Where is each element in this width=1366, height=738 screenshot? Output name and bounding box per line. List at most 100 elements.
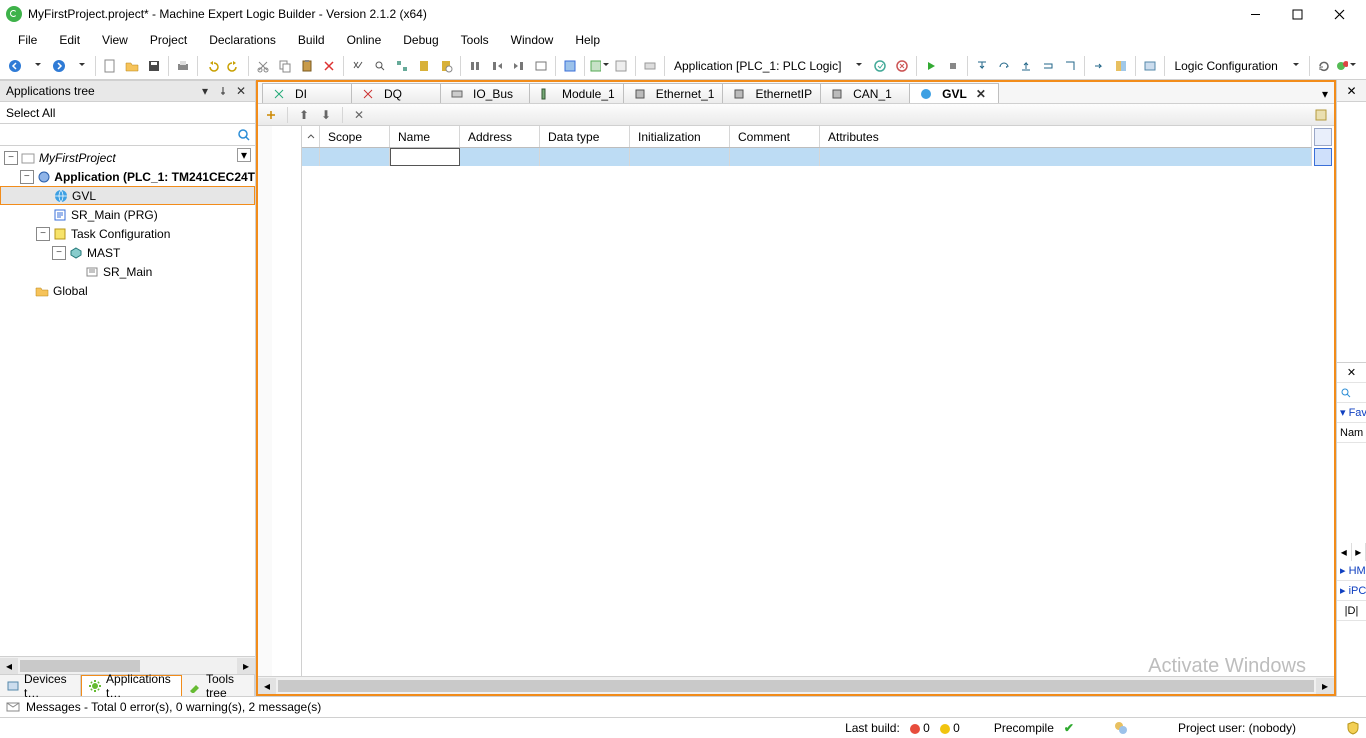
step-into-button[interactable]	[971, 55, 993, 77]
menu-build[interactable]: Build	[288, 31, 335, 49]
maximize-button[interactable]	[1276, 0, 1318, 28]
right-favorites-button[interactable]: ▾ Fav	[1337, 403, 1366, 423]
app-combo-dropdown[interactable]	[847, 55, 869, 77]
logout-button[interactable]	[891, 55, 913, 77]
right-ipc-button[interactable]: ▸ iPC	[1337, 581, 1366, 601]
applications-tree[interactable]: ▾ − MyFirstProject − Application (PLC_1:…	[0, 146, 255, 656]
col-attributes[interactable]: Attributes	[820, 126, 1312, 147]
tree-hscrollbar[interactable]: ◂ ▸	[0, 656, 255, 674]
tree-gvl-label[interactable]: GVL	[72, 189, 96, 203]
bp-next-button[interactable]	[486, 55, 508, 77]
col-datatype[interactable]: Data type	[540, 126, 630, 147]
messages-bar[interactable]: Messages - Total 0 error(s), 0 warning(s…	[0, 696, 1366, 717]
menu-file[interactable]: File	[8, 31, 47, 49]
tree-search-input[interactable]	[0, 124, 233, 145]
goto-button[interactable]	[1088, 55, 1110, 77]
search-icon[interactable]	[233, 124, 255, 146]
logic-config-dropdown[interactable]	[1284, 55, 1306, 77]
menu-view[interactable]: View	[92, 31, 138, 49]
open-button[interactable]	[121, 55, 143, 77]
right-name-button[interactable]: Nam	[1337, 423, 1366, 443]
close-button[interactable]	[1318, 0, 1360, 28]
diff-button[interactable]	[1110, 55, 1132, 77]
shield-icon[interactable]	[1346, 721, 1360, 735]
expander-icon[interactable]: −	[4, 151, 18, 165]
menu-debug[interactable]: Debug	[393, 31, 448, 49]
redo-button[interactable]	[223, 55, 245, 77]
tool-b-button[interactable]	[588, 55, 610, 77]
expander-icon[interactable]: −	[20, 170, 34, 184]
menu-edit[interactable]: Edit	[49, 31, 90, 49]
nav-back-dropdown[interactable]	[26, 55, 48, 77]
collapse-all-button[interactable]	[302, 126, 320, 147]
menu-help[interactable]: Help	[565, 31, 610, 49]
menu-window[interactable]: Window	[501, 31, 564, 49]
right-hm-button[interactable]: ▸ HM	[1337, 561, 1366, 581]
expander-icon[interactable]: −	[36, 227, 50, 241]
tab-ethernet1[interactable]: Ethernet_1	[623, 83, 724, 103]
paste-button[interactable]	[296, 55, 318, 77]
find-next-button[interactable]	[369, 55, 391, 77]
move-down-button[interactable]: ⬇	[317, 106, 335, 124]
name-cell-editing[interactable]	[390, 148, 460, 166]
tab-devices-tree[interactable]: Devices t…	[0, 675, 81, 696]
tree-task-config-label[interactable]: Task Configuration	[71, 227, 170, 241]
view-button[interactable]	[1139, 55, 1161, 77]
nav-fwd-dropdown[interactable]	[70, 55, 92, 77]
col-name[interactable]: Name	[390, 126, 460, 147]
editor-hscrollbar[interactable]: ◂ ▸	[258, 676, 1334, 694]
tree-srmain-label[interactable]: SR_Main	[103, 265, 152, 279]
move-up-button[interactable]: ⬆	[295, 106, 313, 124]
scroll-right-icon[interactable]: ▸	[1316, 678, 1334, 694]
tabs-overflow-button[interactable]: ▾	[1316, 85, 1334, 103]
right-search-button[interactable]	[1337, 383, 1366, 403]
tab-dq[interactable]: DQ	[351, 83, 441, 103]
right-panel-close2-button[interactable]: ✕	[1337, 363, 1366, 383]
col-init[interactable]: Initialization	[630, 126, 730, 147]
declaration-grid[interactable]: Scope Name Address Data type Initializat…	[302, 126, 1312, 676]
col-address[interactable]: Address	[460, 126, 540, 147]
tree-srmain-prg-label[interactable]: SR_Main (PRG)	[71, 208, 158, 222]
tool-a-button[interactable]	[559, 55, 581, 77]
refresh-button[interactable]	[1313, 55, 1335, 77]
tool-d-button[interactable]	[639, 55, 661, 77]
expander-icon[interactable]: −	[52, 246, 66, 260]
panel-menu-button[interactable]: ▾	[197, 83, 213, 99]
delete-row-button[interactable]: ✕	[350, 106, 368, 124]
copy-button[interactable]	[274, 55, 296, 77]
tab-ethernetip[interactable]: EthernetIP	[722, 83, 821, 103]
select-all-row[interactable]: Select All	[0, 102, 255, 124]
bp-clear-button[interactable]	[530, 55, 552, 77]
login-button[interactable]	[869, 55, 891, 77]
insert-button[interactable]	[262, 106, 280, 124]
right-d-button[interactable]: |D|	[1337, 601, 1366, 621]
app-combo[interactable]: Application [PLC_1: PLC Logic]	[668, 59, 847, 73]
textual-view-button[interactable]	[1314, 128, 1332, 146]
grid-row[interactable]	[302, 148, 1312, 166]
new-button[interactable]	[99, 55, 121, 77]
find-button[interactable]	[347, 55, 369, 77]
menu-project[interactable]: Project	[140, 31, 197, 49]
col-scope[interactable]: Scope	[320, 126, 390, 147]
bookmark2-button[interactable]	[435, 55, 457, 77]
tab-close-icon[interactable]: ✕	[976, 87, 986, 101]
cut-button[interactable]	[252, 55, 274, 77]
step-return-button[interactable]	[1037, 55, 1059, 77]
save-button[interactable]	[143, 55, 165, 77]
tool-c-button[interactable]	[610, 55, 632, 77]
menu-online[interactable]: Online	[337, 31, 392, 49]
status-toggle-button[interactable]	[1335, 55, 1357, 77]
stop-button[interactable]	[942, 55, 964, 77]
step-over-button[interactable]	[993, 55, 1015, 77]
tab-di[interactable]: DI	[262, 83, 352, 103]
tab-can1[interactable]: CAN_1	[820, 83, 910, 103]
tab-tools-tree[interactable]: Tools tree	[182, 675, 255, 696]
menu-tools[interactable]: Tools	[451, 31, 499, 49]
tab-module1[interactable]: Module_1	[529, 83, 624, 103]
editor-options-button[interactable]	[1312, 106, 1330, 124]
col-comment[interactable]: Comment	[730, 126, 820, 147]
tree-dropdown-button[interactable]: ▾	[237, 148, 251, 162]
minimize-button[interactable]	[1234, 0, 1276, 28]
step-out-button[interactable]	[1015, 55, 1037, 77]
print-button[interactable]	[172, 55, 194, 77]
